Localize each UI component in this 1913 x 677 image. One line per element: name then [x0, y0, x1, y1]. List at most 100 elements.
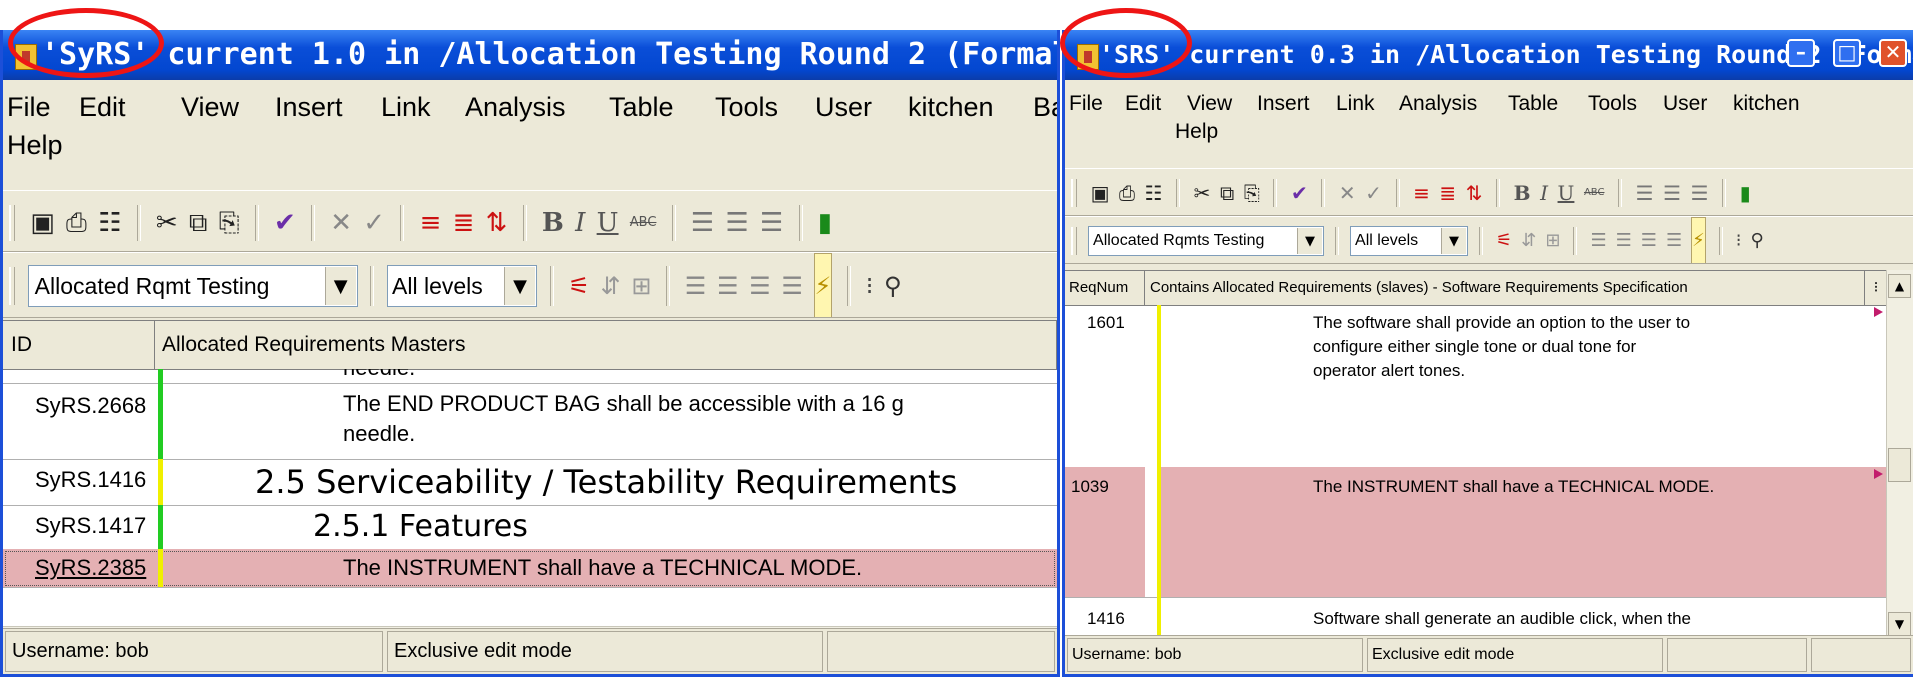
menu-analysis[interactable]: Analysis [465, 92, 566, 123]
menu-table[interactable]: Table [1508, 92, 1558, 116]
columns-icon[interactable]: ⊞ [631, 254, 651, 317]
table-row[interactable]: needle. [3, 369, 1057, 384]
insert-heading-icon[interactable]: ≡ [420, 193, 442, 251]
bold-icon[interactable]: B [542, 193, 564, 251]
view-select[interactable]: Allocated Rqmts Testing ▼ [1088, 226, 1325, 257]
menu-tools[interactable]: Tools [1588, 92, 1637, 116]
properties-icon[interactable]: ☷ [98, 193, 121, 251]
close-icon[interactable]: ✕ [1879, 39, 1907, 67]
insert-below-icon[interactable]: ≣ [453, 193, 475, 251]
align-left-icon[interactable]: ☰ [1590, 218, 1606, 263]
toolbar-grip[interactable] [1071, 227, 1077, 256]
underline-icon[interactable]: U [1558, 170, 1575, 215]
insert-same-level-icon[interactable]: ⇅ [1466, 170, 1483, 215]
indent-icon[interactable]: ☰ [725, 193, 748, 251]
toolbar-grip[interactable] [9, 205, 15, 242]
spellcheck-icon[interactable]: ✔ [274, 193, 296, 251]
delete-icon[interactable]: ✕ [330, 193, 352, 251]
save-icon[interactable]: ▣ [1091, 170, 1110, 215]
bullets-icon[interactable]: ☰ [691, 193, 714, 251]
table-row[interactable]: 1601 The software shall provide an optio… [1065, 305, 1887, 468]
confirm-icon[interactable]: ✓ [1365, 170, 1382, 215]
menu-kitchen[interactable]: kitchen [1733, 92, 1800, 116]
highlight-icon[interactable]: ⚡ [813, 253, 833, 317]
outline-icon[interactable]: ⁝ [1736, 218, 1742, 263]
save-icon[interactable]: ▣ [30, 193, 55, 251]
copy-icon[interactable]: ⧉ [1220, 170, 1234, 215]
menu-help[interactable]: Help [1175, 120, 1218, 144]
menu-table[interactable]: Table [609, 92, 674, 123]
column-header-id[interactable]: ID [3, 321, 155, 369]
align-right-icon[interactable]: ☰ [749, 254, 771, 317]
chevron-down-icon[interactable]: ▼ [1297, 228, 1323, 255]
insert-same-level-icon[interactable]: ⇅ [486, 193, 508, 251]
cut-icon[interactable]: ✂ [156, 193, 178, 251]
table-row-highlighted[interactable]: 1039 The INSTRUMENT shall have a TECHNIC… [1065, 467, 1887, 598]
underline-icon[interactable]: U [597, 193, 619, 251]
link-icon[interactable]: ⚲ [1751, 218, 1764, 263]
menu-insert[interactable]: Insert [1257, 92, 1310, 116]
italic-icon[interactable]: I [1540, 170, 1548, 215]
column-header-masters[interactable]: Allocated Requirements Masters [156, 321, 1057, 369]
menu-link[interactable]: Link [1336, 92, 1375, 116]
strikethrough-icon[interactable]: ABC [1584, 170, 1605, 215]
cut-icon[interactable]: ✂ [1194, 170, 1211, 215]
menu-edit[interactable]: Edit [79, 92, 126, 123]
minimize-icon[interactable]: – [1786, 39, 1815, 67]
delete-icon[interactable]: ✕ [1339, 170, 1356, 215]
table-row[interactable]: SyRS.1416 2.5 Serviceability / Testabili… [3, 459, 1057, 506]
bullets-icon[interactable]: ☰ [1636, 170, 1654, 215]
view-select[interactable]: Allocated Rqmt Testing ▼ [27, 265, 358, 307]
scroll-thumb[interactable] [1888, 448, 1911, 482]
align-center-icon[interactable]: ☰ [1616, 218, 1632, 263]
menu-insert[interactable]: Insert [275, 92, 343, 123]
link-icon[interactable]: ⚲ [884, 254, 902, 317]
menu-user[interactable]: User [815, 92, 872, 123]
scroll-down-button[interactable]: ▼ [1888, 612, 1911, 636]
paste-icon[interactable]: ⎘ [1244, 170, 1260, 215]
menu-view[interactable]: View [181, 92, 239, 123]
insert-heading-icon[interactable]: ≡ [1413, 170, 1430, 215]
italic-icon[interactable]: I [575, 193, 585, 251]
menu-file[interactable]: File [7, 92, 51, 123]
bold-icon[interactable]: B [1514, 170, 1531, 215]
column-options-icon[interactable]: ⁝ [1865, 271, 1887, 305]
window-titlebar[interactable]: 'SRS' current 0.3 in /Allocation Testing… [1065, 30, 1913, 80]
spellcheck-icon[interactable]: ✔ [1291, 170, 1308, 215]
print-icon[interactable]: ⎙ [66, 193, 87, 251]
menu-edit[interactable]: Edit [1125, 92, 1161, 116]
justify-icon[interactable]: ☰ [1666, 218, 1682, 263]
sort-icon[interactable]: ⇵ [601, 254, 621, 317]
menu-user[interactable]: User [1663, 92, 1707, 116]
align-right-icon[interactable]: ☰ [1641, 218, 1657, 263]
scroll-up-button[interactable]: ▲ [1888, 274, 1911, 298]
columns-icon[interactable]: ⊞ [1545, 218, 1560, 263]
paste-icon[interactable]: ⎘ [219, 193, 240, 251]
toolbar-grip[interactable] [9, 266, 15, 306]
vertical-scrollbar[interactable]: ▲ ▼ [1886, 270, 1913, 638]
menu-link[interactable]: Link [381, 92, 431, 123]
properties-icon[interactable]: ☷ [1145, 170, 1163, 215]
justify-icon[interactable]: ☰ [781, 254, 803, 317]
align-center-icon[interactable]: ☰ [717, 254, 739, 317]
chevron-down-icon[interactable]: ▼ [324, 267, 356, 305]
window-titlebar[interactable]: 'SyRS' current 1.0 in /Allocation Testin… [3, 30, 1057, 80]
column-header-reqnum[interactable]: ReqNum [1065, 271, 1145, 305]
menu-truncated[interactable]: Ba [1033, 92, 1057, 123]
outdent-icon[interactable]: ☰ [760, 193, 783, 251]
menu-file[interactable]: File [1069, 92, 1103, 116]
outdent-icon[interactable]: ☰ [1691, 170, 1709, 215]
sort-icon[interactable]: ⇵ [1521, 218, 1536, 263]
more-toolbar-icon[interactable]: ▮ [818, 193, 832, 251]
table-row[interactable]: 1416 Software shall generate an audible … [1065, 597, 1887, 639]
maximize-icon[interactable]: □ [1832, 39, 1861, 67]
align-left-icon[interactable]: ☰ [685, 254, 707, 317]
menu-kitchen[interactable]: kitchen [908, 92, 994, 123]
insert-below-icon[interactable]: ≣ [1439, 170, 1456, 215]
menu-view[interactable]: View [1187, 92, 1232, 116]
level-select[interactable]: All levels ▼ [1350, 226, 1469, 257]
level-select[interactable]: All levels ▼ [387, 265, 538, 307]
confirm-icon[interactable]: ✓ [363, 193, 385, 251]
menu-help[interactable]: Help [7, 130, 63, 161]
chevron-down-icon[interactable]: ▼ [504, 267, 536, 305]
